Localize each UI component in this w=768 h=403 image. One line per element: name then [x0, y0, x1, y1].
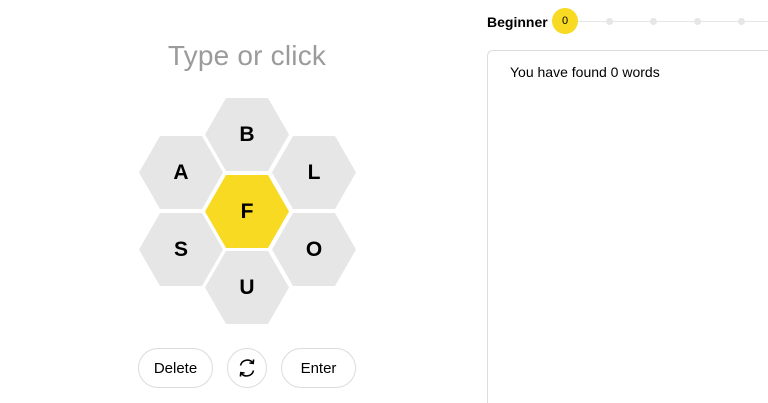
progress-dot — [694, 18, 701, 25]
found-words-count: You have found 0 words — [510, 64, 660, 80]
progress-dot — [650, 18, 657, 25]
enter-button[interactable]: Enter — [281, 348, 356, 388]
shuffle-icon — [239, 359, 255, 377]
spelling-bee-page: Type or click B A L F S O U Delete Enter… — [0, 0, 768, 403]
shuffle-button[interactable] — [227, 348, 267, 388]
delete-button[interactable]: Delete — [138, 348, 213, 388]
rank-label: Beginner — [487, 14, 548, 30]
found-words-panel[interactable]: You have found 0 words — [487, 50, 768, 403]
hive: B A L F S O U — [0, 0, 420, 340]
progress-dot — [606, 18, 613, 25]
progress-dot — [738, 18, 745, 25]
progress-bar: 0 — [552, 8, 768, 36]
hive-cell-bottom[interactable]: U — [205, 251, 289, 324]
score-badge: 0 — [552, 8, 578, 34]
